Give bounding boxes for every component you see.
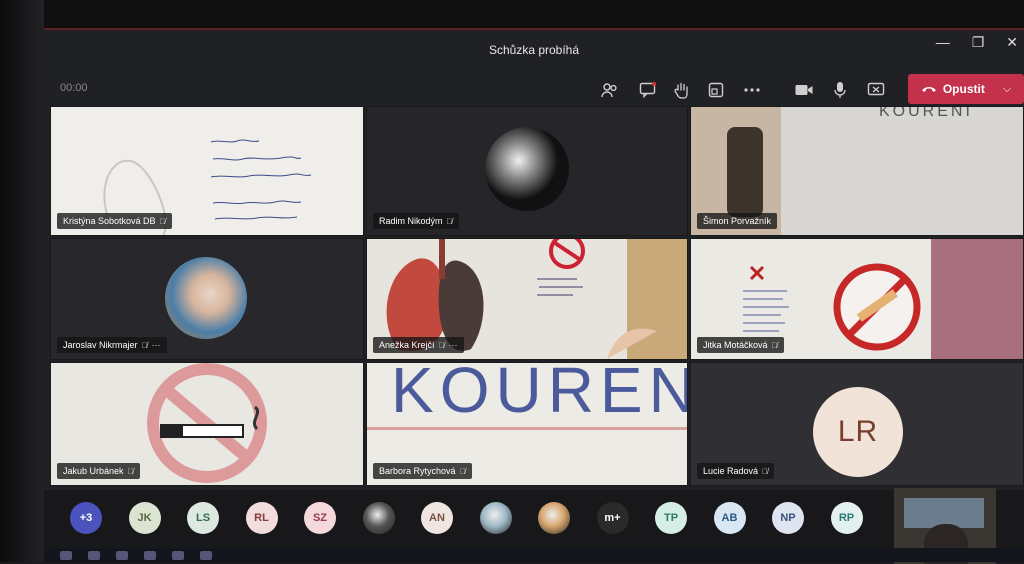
video-tile[interactable]: Jaroslav Nikrmajer 🎙̸ ··· bbox=[50, 238, 364, 360]
roster-avatar[interactable]: RL bbox=[245, 502, 278, 534]
windows-taskbar bbox=[44, 548, 1024, 562]
participants-icon[interactable] bbox=[598, 78, 622, 102]
roster-avatar[interactable]: LS bbox=[187, 502, 219, 534]
avatar-initials: LR bbox=[813, 387, 903, 477]
more-options-icon[interactable]: ··· bbox=[152, 340, 161, 350]
mic-off-icon: 🎙̸ bbox=[127, 466, 134, 476]
teams-meeting-window: Schůzka probíhá — ❐ ✕ 00:00 Opustit ⌵ Kr… bbox=[44, 28, 1024, 564]
participant-name: Šimon Porvažník bbox=[703, 216, 772, 226]
roster-avatar[interactable]: m+ bbox=[596, 502, 629, 534]
window-title: Schůzka probíhá bbox=[488, 43, 580, 57]
video-tile[interactable]: Radim Nikodým 🎙̸ bbox=[366, 106, 688, 236]
participant-nameplate: Barbora Rytychová 🎙̸ bbox=[373, 463, 472, 479]
more-options-icon[interactable]: ··· bbox=[449, 340, 458, 350]
mic-off-icon: 🎙̸ bbox=[446, 216, 453, 226]
mic-off-icon: 🎙̸ bbox=[159, 216, 166, 226]
close-button[interactable]: ✕ bbox=[1006, 34, 1018, 51]
roster-avatar[interactable]: TP bbox=[655, 502, 687, 534]
mic-off-icon: 🎙̸ bbox=[438, 340, 445, 350]
participant-name: Radim Nikodým bbox=[379, 216, 443, 226]
leave-button-label: Opustit bbox=[942, 82, 985, 96]
roster-avatar[interactable]: JK bbox=[128, 502, 161, 534]
participant-roster-strip: +3 JK LS RL SZ AN m+ TP AB NP RP bbox=[44, 490, 1024, 550]
video-tile[interactable]: KOUREN Barbora Rytychová 🎙̸ bbox=[366, 362, 688, 486]
browser-icon[interactable] bbox=[144, 550, 156, 560]
file-explorer-icon[interactable] bbox=[116, 550, 128, 560]
meeting-toolbar: 00:00 Opustit ⌵ bbox=[44, 70, 1024, 110]
monitor-bezel-top bbox=[0, 0, 1024, 30]
roster-avatar[interactable]: RP bbox=[830, 502, 863, 534]
roster-avatar[interactable]: +3 bbox=[70, 502, 102, 534]
mic-off-icon: 🎙̸ bbox=[459, 466, 466, 476]
chevron-down-icon[interactable]: ⌵ bbox=[1003, 83, 1011, 96]
mic-off-icon: 🎙̸ bbox=[771, 340, 778, 350]
koureni-drawing-text: KOUREN bbox=[391, 362, 688, 426]
teams-taskbar-icon[interactable] bbox=[200, 550, 212, 560]
leave-button[interactable]: Opustit ⌵ bbox=[908, 74, 1024, 104]
monitor-bezel-left bbox=[0, 0, 44, 562]
participant-nameplate: Kristýna Sobotková DB 🎙̸ bbox=[57, 213, 172, 229]
meeting-timer: 00:00 bbox=[60, 82, 88, 94]
maximize-button[interactable]: ❐ bbox=[972, 34, 985, 51]
participant-name: Jitka Motáčková bbox=[703, 340, 768, 350]
participant-name: Lucie Radová bbox=[703, 466, 759, 476]
mic-off-icon: 🎙̸ bbox=[141, 340, 148, 350]
task-view-icon[interactable] bbox=[88, 550, 100, 560]
camera-icon[interactable] bbox=[792, 78, 816, 102]
share-icon[interactable] bbox=[864, 78, 888, 102]
participant-nameplate: Jitka Motáčková 🎙̸ bbox=[697, 337, 784, 353]
minimize-button[interactable]: — bbox=[936, 34, 950, 51]
roster-avatar-photo[interactable] bbox=[538, 502, 570, 534]
video-tile[interactable]: Jakub Urbánek 🎙̸ bbox=[50, 362, 364, 486]
mic-icon[interactable] bbox=[828, 78, 852, 102]
video-tile[interactable]: LR Lucie Radová 🎙̸ bbox=[690, 362, 1024, 486]
participant-name: Jaroslav Nikrmajer bbox=[63, 340, 138, 350]
chrome-icon[interactable] bbox=[172, 550, 184, 560]
roster-avatar-photo[interactable] bbox=[479, 502, 512, 534]
participant-name: Barbora Rytychová bbox=[379, 466, 456, 476]
more-icon[interactable] bbox=[740, 78, 764, 102]
roster-avatar-photo[interactable] bbox=[362, 502, 395, 534]
participant-nameplate: Jakub Urbánek 🎙̸ bbox=[57, 463, 140, 479]
video-tile[interactable]: Kristýna Sobotková DB 🎙̸ bbox=[50, 106, 364, 236]
roster-avatar[interactable]: NP bbox=[772, 502, 804, 534]
raise-hand-icon[interactable] bbox=[670, 78, 694, 102]
participant-nameplate: Šimon Porvažník bbox=[697, 213, 778, 229]
avatar bbox=[165, 257, 247, 339]
chat-icon[interactable] bbox=[636, 78, 660, 102]
participant-nameplate: Radim Nikodým 🎙̸ bbox=[373, 213, 459, 229]
participant-name: Jakub Urbánek bbox=[63, 466, 124, 476]
participant-nameplate: Lucie Radová 🎙̸ bbox=[697, 463, 775, 479]
participant-name: Anežka Krejčí bbox=[379, 340, 435, 350]
avatar bbox=[485, 127, 569, 211]
roster-avatar[interactable]: SZ bbox=[304, 502, 336, 534]
participant-nameplate: Jaroslav Nikrmajer 🎙̸ ··· bbox=[57, 337, 167, 353]
monitor-screen: Schůzka probíhá — ❐ ✕ 00:00 Opustit ⌵ Kr… bbox=[0, 0, 1024, 564]
window-controls: — ❐ ✕ bbox=[936, 34, 1018, 51]
participant-name: Kristýna Sobotková DB bbox=[63, 216, 156, 226]
video-tile[interactable]: KOURENI Šimon Porvažník bbox=[690, 106, 1024, 236]
windows-start-icon[interactable] bbox=[60, 550, 72, 560]
rooms-icon[interactable] bbox=[704, 78, 728, 102]
mic-off-icon: 🎙̸ bbox=[762, 466, 769, 476]
participant-nameplate: Anežka Krejčí 🎙̸ ··· bbox=[373, 337, 464, 353]
video-tile[interactable]: Jitka Motáčková 🎙̸ bbox=[690, 238, 1024, 360]
video-grid: Kristýna Sobotková DB 🎙̸ Radim Nikodým 🎙… bbox=[44, 106, 1024, 488]
koureni-sign-text: KOURENI bbox=[879, 106, 973, 120]
title-bar: Schůzka probíhá — ❐ ✕ bbox=[44, 30, 1024, 70]
roster-avatar[interactable]: AB bbox=[713, 502, 746, 534]
phone-hangup-icon bbox=[921, 87, 936, 92]
roster-avatar[interactable]: AN bbox=[421, 502, 453, 534]
video-tile[interactable]: Anežka Krejčí 🎙̸ ··· bbox=[366, 238, 688, 360]
